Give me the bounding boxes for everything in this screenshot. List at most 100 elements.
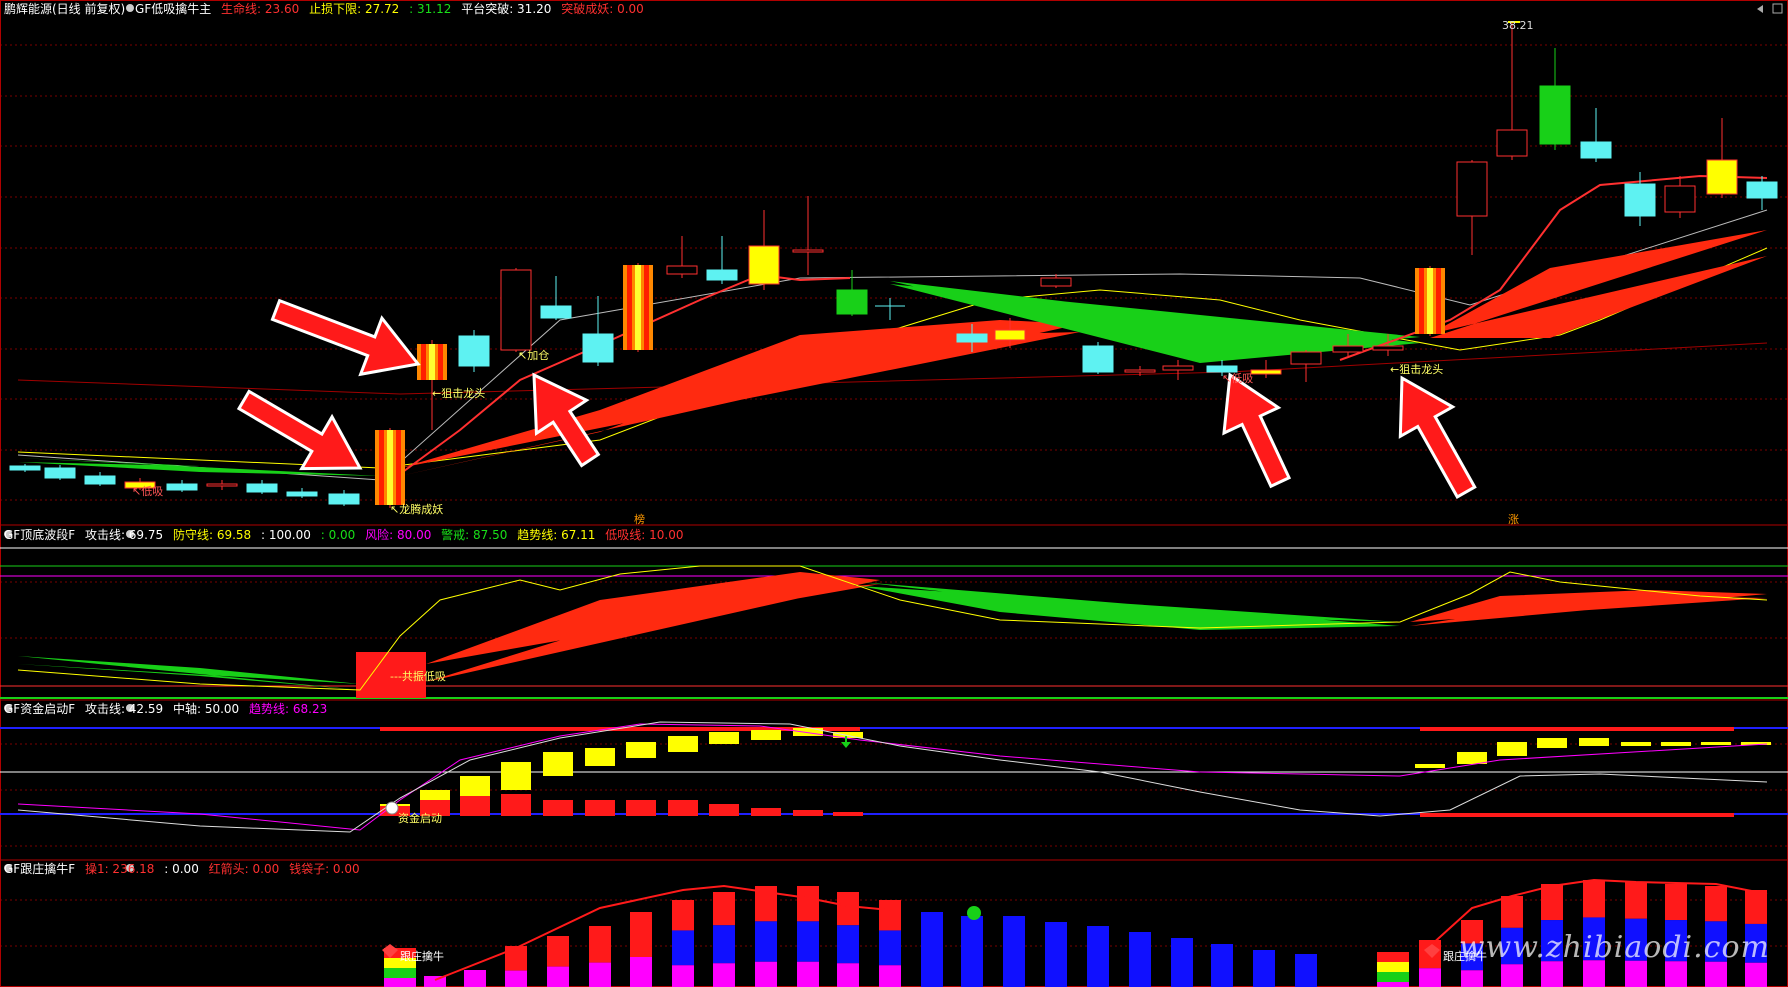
- p4-magenta-bar: [1705, 961, 1727, 987]
- candle-body: [666, 265, 698, 275]
- panel2-value-2: : 100.00: [261, 528, 311, 542]
- panel2-value-1: 防守线: 69.58: [172, 528, 252, 542]
- p4-red-bar: [1377, 952, 1409, 962]
- panel2-value-7: 低吸线: 10.00: [605, 528, 684, 542]
- panel4-value-2: 红箭头: 0.00: [208, 862, 280, 876]
- main-value-3: 平台突破: 31.20: [461, 2, 552, 16]
- candle-body: [956, 333, 988, 343]
- p4-magenta-bar: [1419, 968, 1441, 987]
- p4-blue-bar: [797, 921, 819, 962]
- p4-red-bar: [589, 926, 611, 963]
- p3-yellow-bar: [1621, 742, 1651, 746]
- p3-red-bar: [833, 812, 863, 816]
- candle-body: [44, 467, 76, 479]
- candle-stripe: [421, 344, 426, 380]
- candle-body: [748, 245, 780, 285]
- panel2-value-5: 警戒: 87.50: [441, 528, 508, 542]
- panel2-indicator-name[interactable]: GF顶底波段F: [4, 528, 75, 542]
- p4-red-bar: [713, 892, 735, 926]
- candle-body: [540, 305, 572, 319]
- p4-red-bar: [1745, 890, 1767, 924]
- candle-body: [1250, 369, 1282, 375]
- p3-yellow-bar: [1579, 738, 1609, 746]
- p4-magenta-bar: [713, 963, 735, 987]
- p3-yellow-bar: [1701, 742, 1731, 745]
- collapse-icon[interactable]: [1754, 3, 1766, 15]
- p4-blue-bar: [713, 925, 735, 964]
- p4-magenta-bar: [879, 965, 901, 987]
- candle-body: [1664, 185, 1696, 213]
- candle-body: [1496, 129, 1528, 157]
- main-value-0: 生命线: 23.60: [221, 2, 300, 16]
- annotation-dragon-demon: ↖龙腾成妖: [390, 503, 444, 516]
- p4-red-bar: [1705, 886, 1727, 922]
- p3-yellow-bar: [751, 730, 781, 740]
- p3-yellow-bar: [626, 742, 656, 758]
- p3-yellow-bar: [501, 762, 531, 790]
- candle-body: [1082, 345, 1114, 373]
- candle-stripe: [644, 265, 649, 350]
- p4-magenta-bar: [1461, 970, 1483, 987]
- candle-body: [1706, 159, 1738, 195]
- annotation-sniper-2: ←狙击龙头: [1390, 363, 1444, 376]
- candle-stripe: [627, 265, 632, 350]
- panel2-header: GF顶底波段F 攻击线: 69.75 防守线: 69.58 : 100.00 :…: [4, 528, 689, 542]
- panel2-value-4: 风险: 80.00: [365, 528, 432, 542]
- chart-canvas: [0, 0, 1788, 987]
- p3-yellow-bar: [1457, 752, 1487, 764]
- p4-blue-bar: [1295, 954, 1317, 987]
- p4-magenta-bar: [672, 965, 694, 987]
- p3-red-bar: [501, 794, 531, 816]
- annotation-low-buy-1: ↖低吸: [132, 485, 164, 498]
- candle-body: [994, 329, 1026, 341]
- panel4-indicator-name[interactable]: GF跟庄擒牛F: [4, 862, 75, 876]
- candle-body: [246, 483, 278, 493]
- p3-red-bar: [460, 796, 490, 816]
- p3-yellow-bar: [668, 736, 698, 752]
- p2-defense-line: [17, 565, 1768, 691]
- stock-name: 鹏辉能源(日线 前复权): [4, 2, 126, 16]
- p4-magenta-bar: [384, 978, 416, 987]
- panel3-value-1: 中轴: 50.00: [172, 702, 240, 716]
- p4-magenta-bar: [797, 961, 819, 987]
- candle-stripe: [1436, 268, 1441, 334]
- candle-body: [166, 483, 198, 491]
- annotation-follow-bull-1: 跟庄擒牛: [400, 950, 444, 963]
- p3-red-bar: [543, 800, 573, 816]
- watermark: www.zhibiaodi.com: [1458, 930, 1770, 965]
- candle-body: [792, 249, 824, 253]
- p4-magenta-bar: [837, 963, 859, 987]
- p3-yellow-bar: [1537, 738, 1567, 748]
- annotation-resonance-low: ---共振低吸: [390, 670, 446, 683]
- p4-blue-bar: [1045, 922, 1067, 987]
- maximize-icon[interactable]: [1772, 3, 1784, 15]
- p4-red-bar: [797, 886, 819, 922]
- p4-blue-bar: [1253, 950, 1275, 987]
- p4-red-bar: [630, 912, 652, 957]
- main-indicator-name[interactable]: GF低吸擒牛主: [135, 2, 211, 16]
- p4-blue-bar: [672, 930, 694, 966]
- p4-red-bar: [547, 936, 569, 967]
- candle-body: [1746, 181, 1778, 199]
- candle-body: [1456, 161, 1488, 217]
- p4-magenta-bar: [630, 957, 652, 987]
- candle-body: [1162, 365, 1194, 371]
- candle-body: [9, 465, 41, 471]
- p4-blue-bar: [1003, 916, 1025, 987]
- signal-arrow-2: [270, 298, 421, 377]
- candle-stripe: [1427, 268, 1433, 334]
- p4-blue-bar: [1171, 938, 1193, 987]
- panel4-value-1: : 0.00: [164, 862, 199, 876]
- panel2-value-0: 攻击线: 69.75: [84, 528, 164, 542]
- panel3-indicator-name[interactable]: GF资金启动F: [4, 702, 75, 716]
- candle-body: [1332, 345, 1364, 353]
- p4-red-bar: [672, 900, 694, 931]
- candle-stripe: [379, 430, 384, 505]
- p3-red-bar: [626, 800, 656, 816]
- bottom-tag-1: 榜: [634, 513, 645, 526]
- p4-blue-bar: [879, 930, 901, 966]
- p4-magenta-bar: [505, 970, 527, 987]
- candle-body: [1124, 369, 1156, 373]
- p4-red-bar: [1583, 880, 1605, 918]
- p4-magenta-bar: [547, 966, 569, 987]
